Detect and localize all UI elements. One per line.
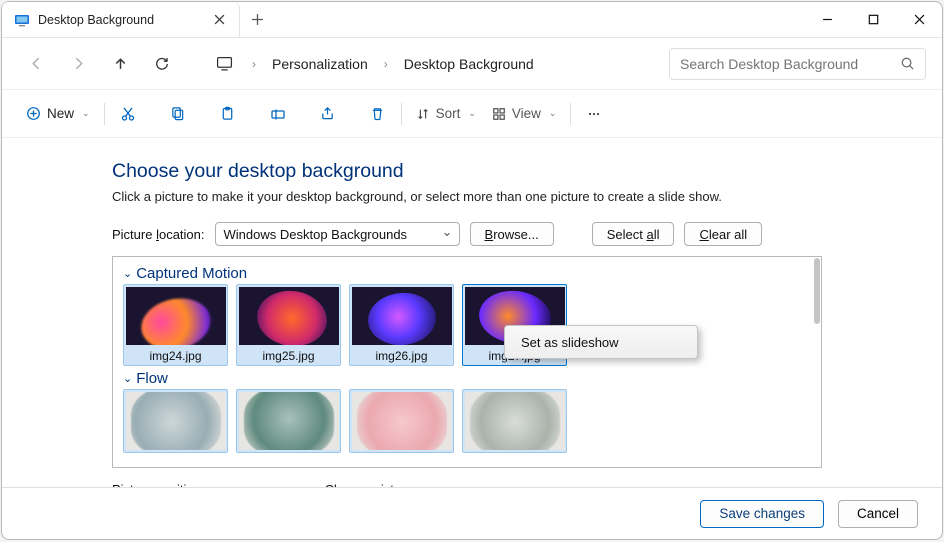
thumbnail-flow-3[interactable] xyxy=(349,389,454,453)
separator xyxy=(401,103,402,125)
thumb-label: img26.jpg xyxy=(375,349,427,363)
picture-gallery: ⌄ Captured Motion img24.jpg img25.jpg xyxy=(112,256,822,468)
location-row: Picture location: Windows Desktop Backgr… xyxy=(112,222,910,246)
minimize-button[interactable] xyxy=(804,2,850,37)
select-all-button[interactable]: Select all xyxy=(592,222,675,246)
thumbnail-flow-2[interactable] xyxy=(236,389,341,453)
clear-all-button[interactable]: Clear all xyxy=(684,222,762,246)
separator xyxy=(570,103,571,125)
thumbnail-img26[interactable]: img26.jpg xyxy=(349,284,454,366)
breadcrumb-desktop-background[interactable]: Desktop Background xyxy=(398,52,540,76)
titlebar: Desktop Background xyxy=(2,2,942,38)
copy-button[interactable] xyxy=(161,97,195,131)
new-label: New xyxy=(47,106,74,121)
tab-desktop-background[interactable]: Desktop Background xyxy=(2,2,240,37)
search-icon[interactable] xyxy=(900,56,915,71)
change-every-label: Change picture every: xyxy=(325,482,452,487)
context-menu-set-as-slideshow[interactable]: Set as slideshow xyxy=(507,330,695,354)
share-button[interactable] xyxy=(311,97,345,131)
thumbnail-img24[interactable]: img24.jpg xyxy=(123,284,228,366)
tab-title: Desktop Background xyxy=(38,13,203,27)
group-header-captured-motion[interactable]: ⌄ Captured Motion xyxy=(123,263,811,282)
monitor-icon[interactable] xyxy=(206,46,242,82)
picture-position-label: Picture position: xyxy=(112,482,205,487)
group-header-flow[interactable]: ⌄ Flow xyxy=(123,368,811,387)
thumb-label: img25.jpg xyxy=(262,349,314,363)
page-subtitle: Click a picture to make it your desktop … xyxy=(112,189,910,204)
location-select[interactable]: Windows Desktop Backgrounds xyxy=(215,222,460,246)
thumbnail-img25[interactable]: img25.jpg xyxy=(236,284,341,366)
window-controls xyxy=(804,2,942,37)
view-button[interactable]: View ⌄ xyxy=(484,97,565,131)
content-area: Choose your desktop background Click a p… xyxy=(2,138,942,487)
up-button[interactable] xyxy=(102,46,138,82)
paste-button[interactable] xyxy=(211,97,245,131)
tab-close-icon[interactable] xyxy=(211,12,227,28)
new-tab-button[interactable] xyxy=(240,2,274,37)
context-menu: Set as slideshow xyxy=(504,325,698,359)
refresh-button[interactable] xyxy=(144,46,180,82)
more-button[interactable] xyxy=(577,97,611,131)
separator xyxy=(104,103,105,125)
close-button[interactable] xyxy=(896,2,942,37)
forward-button[interactable] xyxy=(60,46,96,82)
group-name: Captured Motion xyxy=(136,265,247,282)
save-changes-button[interactable]: Save changes xyxy=(700,500,824,528)
chevron-down-icon: ⌄ xyxy=(123,267,132,280)
group-name: Flow xyxy=(136,370,168,387)
back-button[interactable] xyxy=(18,46,54,82)
sort-button[interactable]: Sort ⌄ xyxy=(408,97,484,131)
new-button[interactable]: New ⌄ xyxy=(18,97,98,131)
sort-label: Sort xyxy=(436,106,461,121)
browse-button[interactable]: Browse... xyxy=(470,222,554,246)
rename-button[interactable] xyxy=(261,97,295,131)
chevron-right-icon: › xyxy=(380,57,392,71)
maximize-button[interactable] xyxy=(850,2,896,37)
search-box[interactable] xyxy=(669,48,926,80)
chevron-down-icon: ⌄ xyxy=(123,372,132,385)
location-label: Picture location: xyxy=(112,227,205,242)
thumbnail-flow-1[interactable] xyxy=(123,389,228,453)
tab-icon xyxy=(14,12,30,28)
breadcrumb-personalization[interactable]: Personalization xyxy=(266,52,374,76)
chevron-right-icon: › xyxy=(248,57,260,71)
cancel-button[interactable]: Cancel xyxy=(838,500,918,528)
location-value: Windows Desktop Backgrounds xyxy=(224,227,408,242)
chevron-down-icon: ⌄ xyxy=(549,108,557,119)
search-input[interactable] xyxy=(680,56,892,72)
chevron-down-icon: ⌄ xyxy=(468,108,476,119)
view-label: View xyxy=(512,106,541,121)
thumbnail-flow-4[interactable] xyxy=(462,389,567,453)
window-frame: Desktop Background › Personalization › D… xyxy=(1,1,943,540)
scrollbar-thumb[interactable] xyxy=(814,258,820,324)
page-title: Choose your desktop background xyxy=(112,160,910,183)
delete-button[interactable] xyxy=(361,97,395,131)
footer: Save changes Cancel xyxy=(2,487,942,539)
thumb-label: img24.jpg xyxy=(149,349,201,363)
cutoff-labels: Picture position: Change picture every: xyxy=(112,482,910,487)
command-bar: New ⌄ Sort ⌄ View ⌄ xyxy=(2,90,942,138)
cut-button[interactable] xyxy=(111,97,145,131)
chevron-down-icon: ⌄ xyxy=(82,108,90,119)
address-bar: › Personalization › Desktop Background xyxy=(2,38,942,90)
